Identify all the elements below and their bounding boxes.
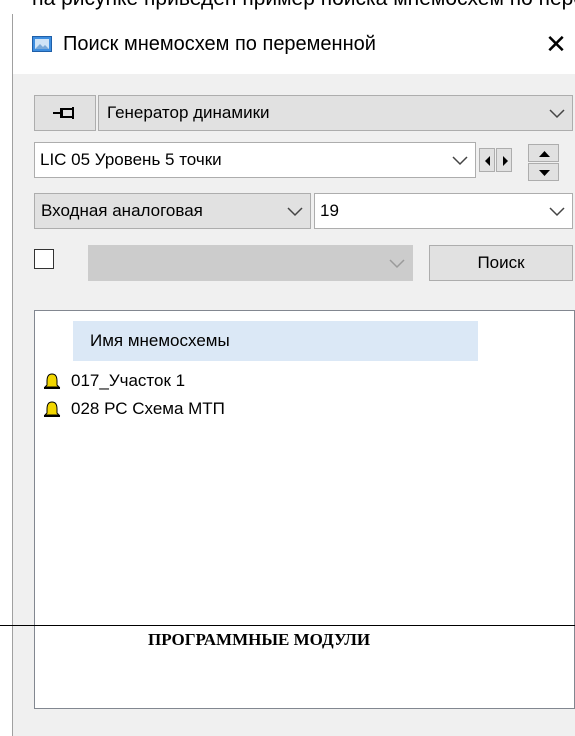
- background-document-text: на рисунке приведен пример поиска мнемос…: [0, 0, 575, 14]
- search-dialog: Поиск мнемосхем по переменной ✕ Генерато…: [12, 14, 575, 736]
- pin-button[interactable]: [34, 95, 96, 131]
- window-app-icon: [32, 36, 52, 52]
- window-title: Поиск мнемосхем по переменной: [63, 33, 376, 55]
- source-dropdown[interactable]: Генератор динамики: [98, 95, 573, 131]
- list-item-label: 028 РС Схема МТП: [71, 399, 225, 418]
- filter-dropdown[interactable]: [88, 245, 413, 281]
- bell-icon: [43, 373, 61, 389]
- close-icon: ✕: [545, 29, 567, 59]
- list-item-label: 017_Участок 1: [71, 371, 186, 390]
- variable-dropdown[interactable]: LIC 05 Уровень 5 точки: [34, 142, 476, 178]
- pin-icon: [53, 107, 74, 119]
- arrow-down-icon: [539, 170, 550, 176]
- filter-checkbox[interactable]: [34, 249, 54, 269]
- chevron-down-icon: [287, 207, 303, 217]
- variable-value: LIC 05 Уровень 5 точки: [40, 150, 222, 169]
- move-up-button[interactable]: [528, 144, 559, 162]
- arrow-right-icon: [503, 156, 508, 166]
- column-header-name[interactable]: Имя мнемосхемы: [73, 321, 478, 361]
- search-button[interactable]: Поиск: [429, 245, 573, 281]
- chevron-down-icon: [549, 109, 565, 119]
- index-dropdown[interactable]: 19: [314, 193, 573, 229]
- arrow-up-icon: [539, 151, 550, 157]
- source-value: Генератор динамики: [107, 103, 270, 122]
- previous-variable-button[interactable]: [479, 148, 495, 172]
- document-heading: ПРОГРАММНЫЕ МОДУЛИ: [148, 630, 371, 649]
- type-value: Входная аналоговая: [41, 201, 203, 220]
- close-button[interactable]: ✕: [536, 26, 575, 62]
- chevron-down-icon: [452, 156, 468, 166]
- arrow-left-icon: [485, 156, 490, 166]
- chevron-down-icon: [549, 207, 565, 217]
- type-dropdown[interactable]: Входная аналоговая: [34, 193, 311, 229]
- move-down-button[interactable]: [528, 163, 559, 181]
- background-text-line: на рисунке приведен пример поиска мнемос…: [32, 0, 575, 11]
- bell-icon: [43, 401, 61, 417]
- document-divider: [0, 625, 575, 626]
- chevron-down-icon: [389, 259, 405, 269]
- next-variable-button[interactable]: [496, 148, 512, 172]
- index-value: 19: [320, 201, 339, 220]
- title-bar: Поиск мнемосхем по переменной ✕: [13, 14, 575, 74]
